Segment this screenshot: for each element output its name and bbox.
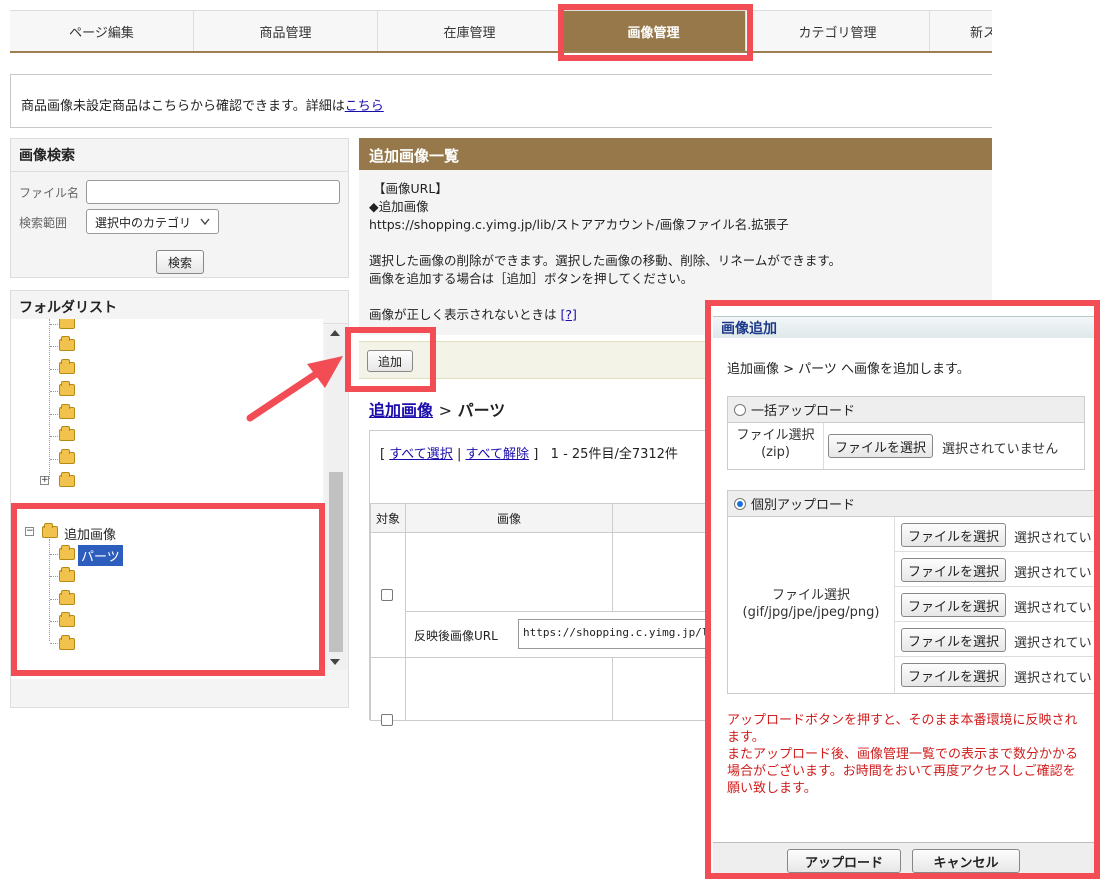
url-pattern: https://shopping.c.yimg.jp/lib/ストアアカウント/…: [369, 217, 789, 232]
arrow-icon: [246, 356, 343, 422]
folder-icon[interactable]: [59, 381, 75, 396]
file-status-3: 選択されてい: [1014, 601, 1092, 616]
notice-bar: 商品画像未設定商品はこちらから確認できます。詳細はこちら: [10, 74, 992, 128]
column-image: 画像: [405, 503, 613, 533]
folder-icon[interactable]: [59, 319, 75, 329]
folder-icon[interactable]: [59, 472, 75, 487]
notice-text: 商品画像未設定商品はこちらから確認できます。詳細は: [21, 99, 345, 114]
bulk-upload-section: 一括アップロード ファイル選択 (zip) ファイルを選択 選択されていません: [727, 396, 1085, 470]
chevron-down-icon: [200, 218, 210, 226]
url-heading: 【画像URL】: [373, 181, 448, 196]
pipe-separator: |: [456, 447, 462, 462]
notice-link[interactable]: こちら: [345, 99, 384, 114]
select-all-link[interactable]: すべて選択: [389, 447, 453, 462]
file-button-3[interactable]: ファイルを選択: [901, 593, 1007, 617]
search-scope-select[interactable]: 選択中のカテゴリ: [86, 209, 219, 234]
highlight-add-button: [345, 327, 436, 392]
tab-page-edit[interactable]: ページ編集: [10, 11, 194, 51]
scroll-down-icon[interactable]: [329, 658, 341, 666]
search-panel-title: 画像検索: [11, 139, 348, 172]
add-image-dialog: 画像追加 追加画像 > パーツ へ画像を追加します。 一括アップロード ファイル…: [705, 300, 1100, 879]
individual-file-label: ファイル選択 (gif/jpg/jpe/jpeg/png): [742, 588, 880, 620]
file-name-label: ファイル名: [19, 186, 80, 200]
bracket-open: [: [380, 447, 386, 462]
breadcrumb: 追加画像 > パーツ: [369, 397, 505, 421]
file-status-5: 選択されてい: [1014, 671, 1092, 686]
bulk-upload-radio[interactable]: [734, 403, 746, 416]
bulk-file-status: 選択されていません: [942, 442, 1059, 457]
help-link[interactable]: [?]: [561, 307, 577, 322]
tab-category-management[interactable]: カテゴリ管理: [746, 11, 930, 51]
breadcrumb-link[interactable]: 追加画像: [369, 401, 433, 420]
individual-upload-label: 個別アップロード: [751, 498, 856, 513]
dialog-footer: アップロード キャンセル: [713, 842, 1094, 873]
file-status-2: 選択されてい: [1014, 566, 1092, 581]
row-checkbox[interactable]: [381, 714, 393, 726]
help-text: 画像が正しく表示されないときは: [369, 307, 557, 322]
bulk-file-label: ファイル選択 (zip): [736, 428, 815, 460]
individual-upload-section: 個別アップロード ファイル選択 (gif/jpg/jpe/jpeg/png) フ…: [727, 490, 1094, 694]
file-button-4[interactable]: ファイルを選択: [901, 628, 1007, 652]
highlight-folder: [11, 503, 325, 676]
tab-product-management[interactable]: 商品管理: [194, 11, 378, 51]
tab-new[interactable]: 新ス: [930, 11, 992, 51]
upload-warning: アップロードボタンを押すと、そのまま本番環境に反映されます。 またアップロード後…: [727, 713, 1079, 796]
file-status-4: 選択されてい: [1014, 636, 1092, 651]
url-field[interactable]: https://shopping.c.yimg.jp/lib/: [518, 619, 718, 649]
folder-icon[interactable]: [59, 336, 75, 351]
upload-button[interactable]: アップロード: [787, 849, 901, 873]
result-count: 1 - 25件目/全7312件: [550, 447, 678, 462]
main-title: 追加画像一覧: [359, 138, 992, 170]
selection-line: [ すべて選択 | すべて解除 ] 1 - 25件目/全7312件: [380, 443, 678, 462]
bulk-file-button[interactable]: ファイルを選択: [828, 434, 934, 458]
folder-icon[interactable]: [59, 359, 75, 374]
folder-icon[interactable]: [59, 449, 75, 464]
breadcrumb-separator: >: [438, 401, 452, 420]
file-button-2[interactable]: ファイルを選択: [901, 558, 1007, 582]
file-button-5[interactable]: ファイルを選択: [901, 663, 1007, 687]
main-tabs: ページ編集 商品管理 在庫管理 画像管理 カテゴリ管理 新ス: [10, 10, 992, 53]
info-line-2: 画像を追加する場合は［追加］ボタンを押してください。: [369, 271, 694, 286]
column-target: 対象: [370, 503, 406, 533]
dialog-body: 追加画像 > パーツ へ画像を追加します。 一括アップロード ファイル選択 (z…: [713, 338, 1094, 842]
cancel-button[interactable]: キャンセル: [912, 849, 1020, 873]
url-sub: ◆追加画像: [369, 199, 429, 214]
bulk-upload-label: 一括アップロード: [751, 404, 856, 419]
row-checkbox[interactable]: [381, 589, 393, 601]
breadcrumb-current: パーツ: [457, 401, 506, 420]
deselect-all-link[interactable]: すべて解除: [465, 447, 529, 462]
file-status-1: 選択されてい: [1014, 531, 1092, 546]
file-name-input[interactable]: [86, 180, 340, 204]
folder-icon[interactable]: [59, 426, 75, 441]
dialog-title: 画像追加: [713, 316, 1094, 338]
folder-icon[interactable]: [59, 404, 75, 419]
highlight-image-tab: [558, 4, 753, 61]
url-label: 反映後画像URL: [414, 629, 498, 643]
search-scope-value: 選択中のカテゴリ: [95, 216, 192, 230]
info-line-1: 選択した画像の削除ができます。選択した画像の移動、削除、リネームができます。: [369, 253, 842, 268]
individual-upload-radio[interactable]: [734, 497, 746, 510]
scroll-thumb[interactable]: [329, 472, 343, 652]
bracket-close: ]: [533, 447, 539, 462]
expand-icon[interactable]: +: [40, 476, 49, 485]
search-scope-label: 検索範囲: [19, 216, 68, 230]
image-search-panel: 画像検索 ファイル名 検索範囲 選択中のカテゴリ 検索: [10, 138, 349, 278]
search-button[interactable]: 検索: [156, 250, 204, 274]
dialog-description: 追加画像 > パーツ へ画像を追加します。: [727, 362, 970, 377]
tab-stock-management[interactable]: 在庫管理: [378, 11, 562, 51]
file-button-1[interactable]: ファイルを選択: [901, 523, 1007, 547]
